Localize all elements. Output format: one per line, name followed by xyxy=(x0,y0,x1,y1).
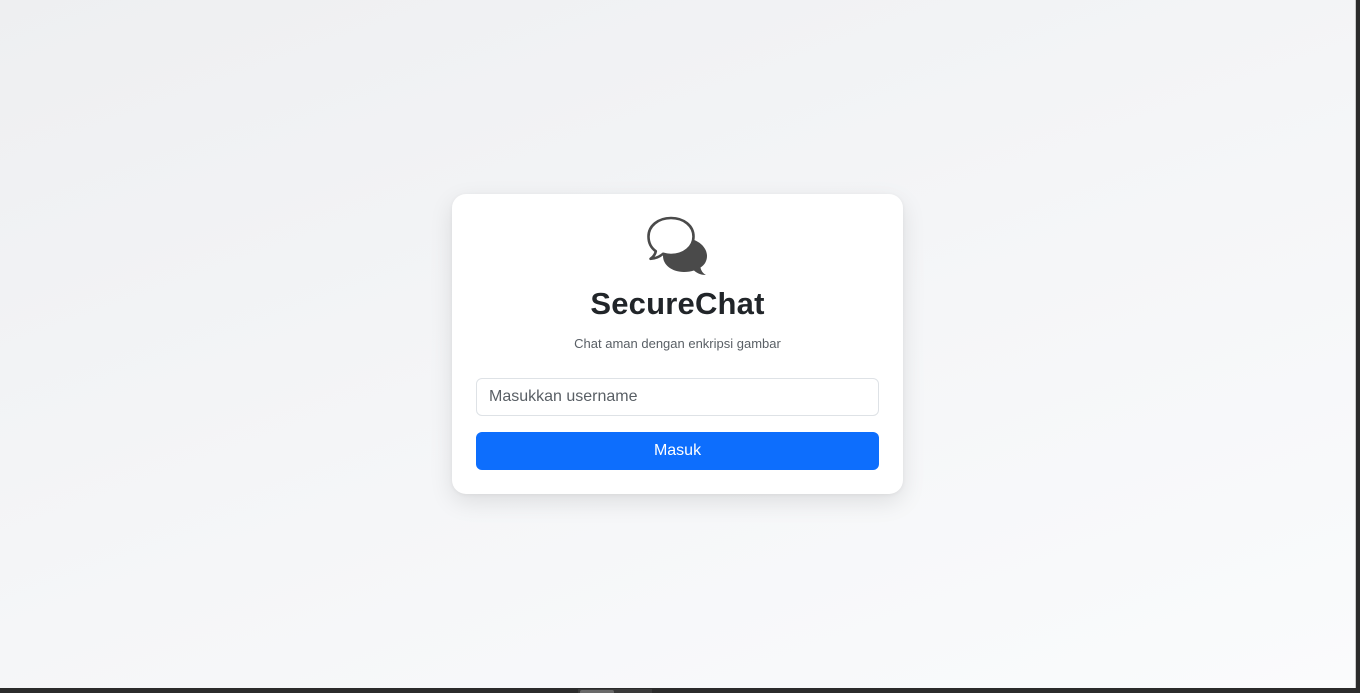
login-button[interactable]: Masuk xyxy=(476,432,879,470)
app-title: SecureChat xyxy=(590,286,765,321)
username-input[interactable] xyxy=(476,378,879,416)
app-subtitle: Chat aman dengan enkripsi gambar xyxy=(574,336,781,351)
chat-bubbles-icon xyxy=(647,216,707,275)
page-viewport: SecureChat Chat aman dengan enkripsi gam… xyxy=(0,0,1356,688)
login-card: SecureChat Chat aman dengan enkripsi gam… xyxy=(452,194,903,494)
taskbar-strip xyxy=(0,688,1360,693)
